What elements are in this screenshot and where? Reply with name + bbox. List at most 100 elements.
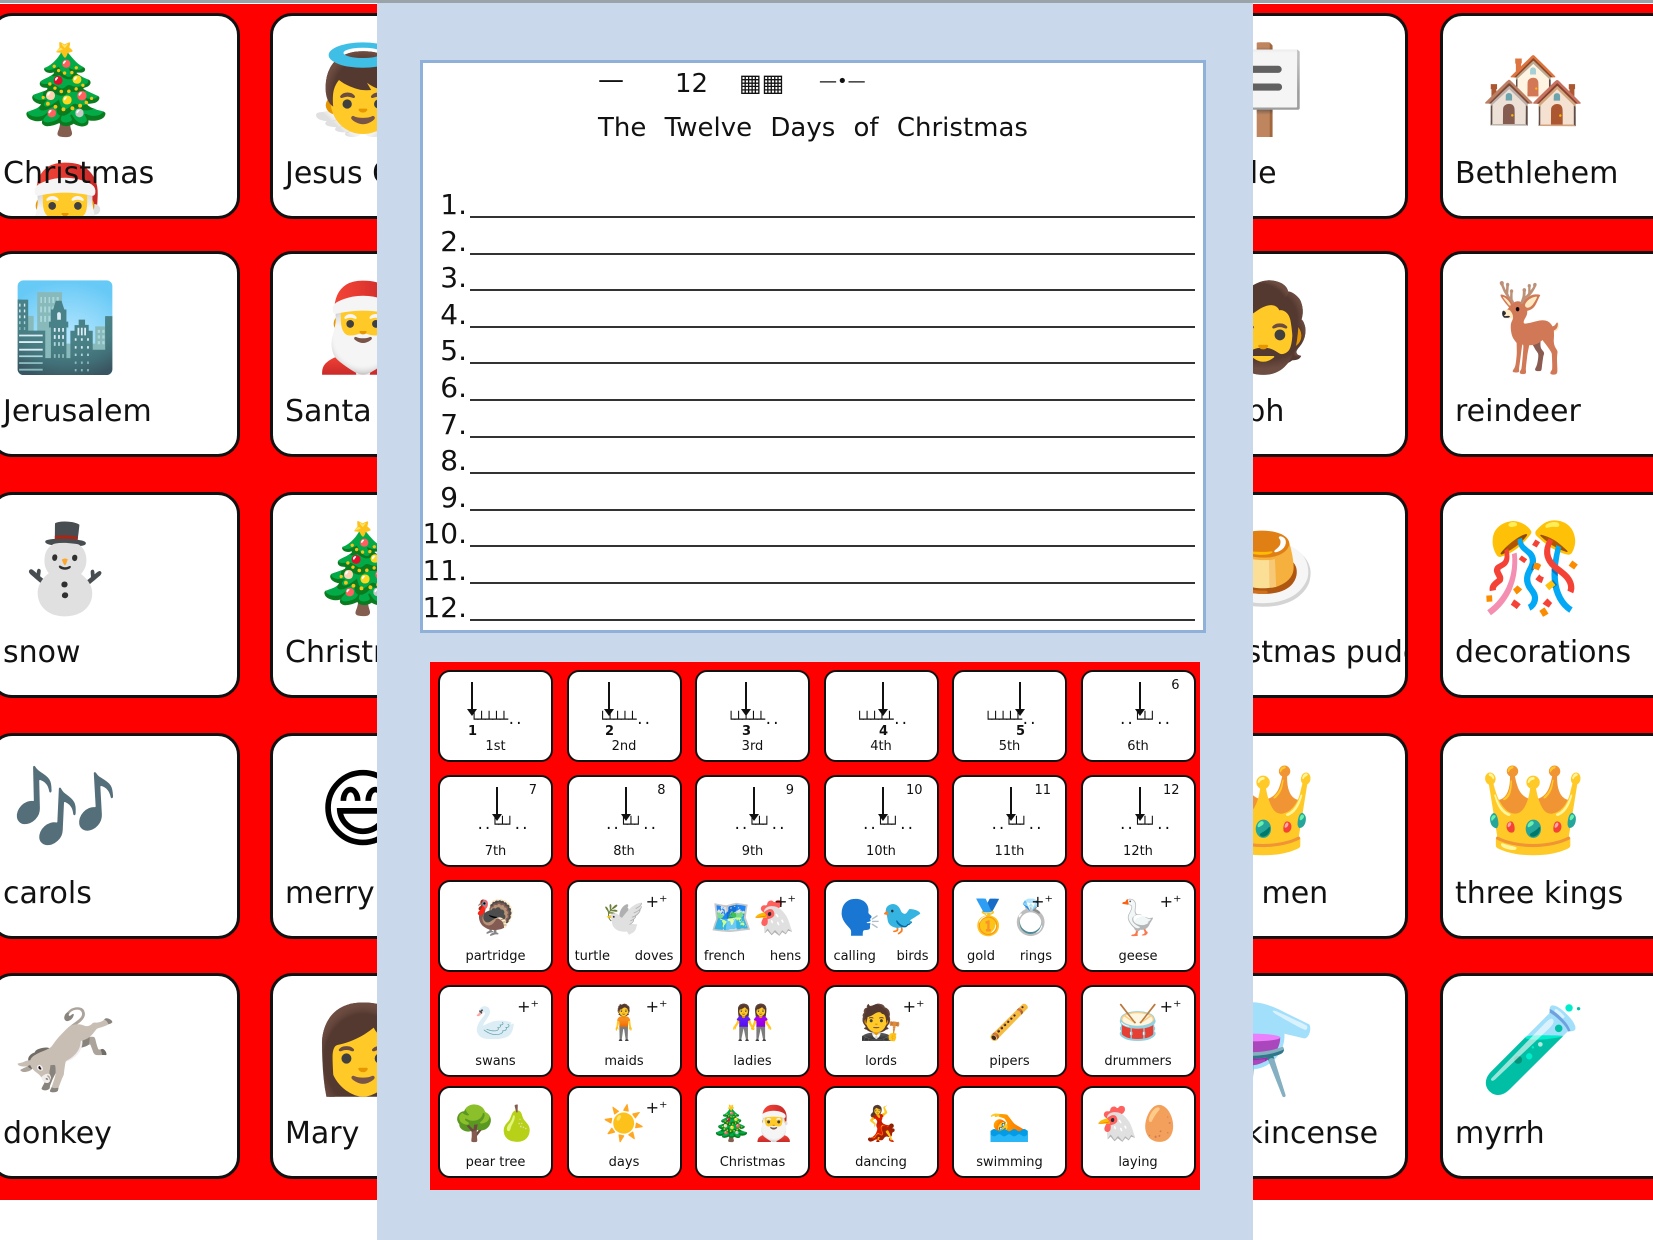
writing-line[interactable] bbox=[470, 472, 1195, 475]
symbol-card-label: Bethlehem bbox=[1455, 156, 1619, 191]
arrow-down-icon bbox=[1015, 682, 1025, 716]
ordinal-card[interactable]: 11 ..└┴┘.. 11th bbox=[952, 775, 1067, 867]
word-card[interactable]: 🦃 partridge bbox=[438, 880, 553, 972]
ordinal-label: 10th bbox=[866, 844, 896, 859]
christmas-tree-santa-icon: 🎄🎅 bbox=[11, 40, 119, 219]
ordinal-card[interactable]: 8 ..└┴┘.. 8th bbox=[566, 775, 682, 867]
arrow-down-icon bbox=[604, 682, 614, 716]
symbol-card-label: Jerusalem bbox=[3, 394, 152, 429]
symbol-card-label: donkey bbox=[3, 1116, 112, 1151]
answer-line[interactable]: 1. bbox=[423, 188, 1203, 224]
tick-scale-icon: ..└┴┘.. bbox=[476, 817, 529, 833]
word-card[interactable]: 🧑‍⚖️ +⁺ lords bbox=[823, 985, 939, 1077]
word-card[interactable]: 🏊 swimming bbox=[952, 1086, 1067, 1178]
symbol-card-label: decorations bbox=[1455, 635, 1632, 670]
piper-icon: 🪈 bbox=[988, 1003, 1031, 1043]
word-card[interactable]: 🧍 +⁺ maids bbox=[566, 985, 682, 1077]
ordinal-card[interactable]: 1 └┴┴┴┴.. 1st bbox=[438, 670, 553, 762]
three-kings-icon: 👑 bbox=[1479, 760, 1587, 860]
ordinal-symbol-icon: 6 ..└┴┘.. bbox=[1083, 678, 1194, 738]
word-card[interactable]: 🐔🥚 laying bbox=[1080, 1086, 1196, 1178]
answer-line[interactable]: 7. bbox=[423, 408, 1203, 444]
ordinal-card[interactable]: 4 └┴┴┴┴.. 4th bbox=[823, 670, 939, 762]
arrow-down-icon bbox=[1006, 787, 1016, 821]
ordinal-card[interactable]: 12 ..└┴┘.. 12th bbox=[1080, 775, 1196, 867]
writing-line[interactable] bbox=[470, 399, 1195, 401]
answer-line[interactable]: 5. bbox=[423, 334, 1203, 370]
answer-line[interactable]: 4. bbox=[423, 298, 1203, 334]
answer-line[interactable]: 3. bbox=[423, 261, 1203, 297]
ladies-icon: 👭 bbox=[731, 1003, 774, 1043]
writing-line[interactable] bbox=[470, 618, 1195, 621]
answer-line[interactable]: 11. bbox=[422, 554, 1203, 590]
word-label: partridge bbox=[465, 949, 526, 964]
ordinal-label: 7th bbox=[484, 844, 507, 859]
answer-line[interactable]: 10. bbox=[422, 517, 1203, 553]
symbol-card: 🎄🎅 Christmas bbox=[0, 13, 240, 219]
tick-scale-icon: └┴┴┴┴.. bbox=[727, 712, 780, 728]
word-label: pear tree bbox=[465, 1155, 526, 1170]
ordinal-symbol-icon: 11 ..└┴┘.. bbox=[954, 783, 1065, 843]
writing-line[interactable] bbox=[470, 508, 1195, 511]
writing-line[interactable] bbox=[470, 435, 1195, 438]
writing-line[interactable] bbox=[470, 216, 1195, 218]
word-card[interactable]: 🥇💍 +⁺ gold rings bbox=[952, 880, 1067, 972]
answer-line[interactable]: 6. bbox=[423, 371, 1203, 407]
ordinal-card[interactable]: 6 ..└┴┘.. 6th bbox=[1080, 670, 1196, 762]
ordinal-symbol-icon: 2 └┴┴┴┴.. bbox=[569, 678, 680, 739]
answer-line[interactable]: 8. bbox=[423, 444, 1203, 480]
christmas-tree-santa-icon: 🎄🎅 bbox=[710, 1104, 795, 1144]
symbol-header: — 12 ▦▦ —•— bbox=[423, 65, 1203, 103]
plural-marker-icon: +⁺ bbox=[1031, 892, 1053, 911]
line-number: 12. bbox=[422, 590, 467, 624]
writing-line[interactable] bbox=[470, 545, 1195, 548]
ordinal-card[interactable]: 7 ..└┴┘.. 7th bbox=[438, 775, 553, 867]
symbol-card-label: myrrh bbox=[1455, 1116, 1545, 1151]
word-label: ladies bbox=[733, 1054, 772, 1069]
arrow-down-icon bbox=[877, 787, 888, 821]
word-label: maids bbox=[604, 1054, 644, 1069]
line-number: 6. bbox=[440, 371, 467, 404]
ordinal-label: 5th bbox=[998, 739, 1021, 754]
arrow-down-icon bbox=[1134, 682, 1145, 716]
reindeer-icon: 🦌 bbox=[1479, 278, 1587, 378]
word-card[interactable]: 🕊️ +⁺ turtle doves bbox=[566, 880, 682, 972]
symbol-card-label: snow bbox=[3, 635, 81, 670]
answer-line[interactable]: 2. bbox=[423, 225, 1203, 261]
tick-scale-icon: └┴┴┴┴.. bbox=[598, 712, 652, 728]
writing-line[interactable] bbox=[470, 252, 1195, 255]
ordinal-card[interactable]: 2 └┴┴┴┴.. 2nd bbox=[566, 670, 682, 762]
tick-scale-icon: ..└┴┘.. bbox=[1118, 712, 1172, 728]
word-label: days bbox=[608, 1155, 640, 1170]
word-card[interactable]: 🌳🍐 pear tree bbox=[438, 1086, 553, 1178]
ordinal-card[interactable]: 5 └┴┴┴┴.. 5th bbox=[952, 670, 1067, 762]
ordinal-label: 4th bbox=[870, 739, 892, 754]
ordinal-card[interactable]: 9 ..└┴┘.. 9th bbox=[695, 775, 810, 867]
word-card[interactable]: 🗣️🐦 calling birds bbox=[823, 880, 939, 972]
answer-line[interactable]: 12. bbox=[422, 590, 1203, 627]
ordinal-symbol-icon: 9 ..└┴┘.. bbox=[697, 783, 808, 843]
writing-line[interactable] bbox=[470, 582, 1195, 584]
word-card[interactable]: 🎄🎅 Christmas bbox=[695, 1086, 810, 1178]
writing-line[interactable] bbox=[470, 289, 1195, 292]
word-card[interactable]: 💃 dancing bbox=[823, 1086, 939, 1178]
word-card[interactable]: 👭 ladies bbox=[695, 985, 810, 1077]
plural-marker-icon: +⁺ bbox=[645, 997, 668, 1016]
arrow-down-icon bbox=[749, 787, 759, 821]
laying-hen-icon: 🐔🥚 bbox=[1095, 1104, 1181, 1144]
writing-line[interactable] bbox=[470, 362, 1195, 365]
word-card[interactable]: ☀️ +⁺ days bbox=[566, 1086, 682, 1178]
answer-line[interactable]: 9. bbox=[423, 481, 1203, 517]
word-card[interactable]: 🦢 +⁺ swans bbox=[438, 985, 553, 1077]
word-card[interactable]: 🥁 +⁺ drummers bbox=[1080, 985, 1196, 1077]
writing-line[interactable] bbox=[470, 325, 1195, 328]
word-card[interactable]: 🗺️🐔 +⁺ french hens bbox=[695, 880, 810, 972]
ordinal-symbol-icon: 3 └┴┴┴┴.. bbox=[697, 678, 808, 739]
arrow-down-icon bbox=[492, 787, 502, 821]
word-card[interactable]: 🪈 pipers bbox=[952, 985, 1067, 1077]
ordinal-card[interactable]: 3 └┴┴┴┴.. 3rd bbox=[695, 670, 810, 762]
ordinal-card[interactable]: 10 ..└┴┘.. 10th bbox=[823, 775, 939, 867]
symbol-card: 🧪 myrrh bbox=[1440, 973, 1653, 1179]
word-card[interactable]: 🪿 +⁺ geese bbox=[1080, 880, 1196, 972]
symbol-card-label: Christmas bbox=[3, 156, 155, 191]
